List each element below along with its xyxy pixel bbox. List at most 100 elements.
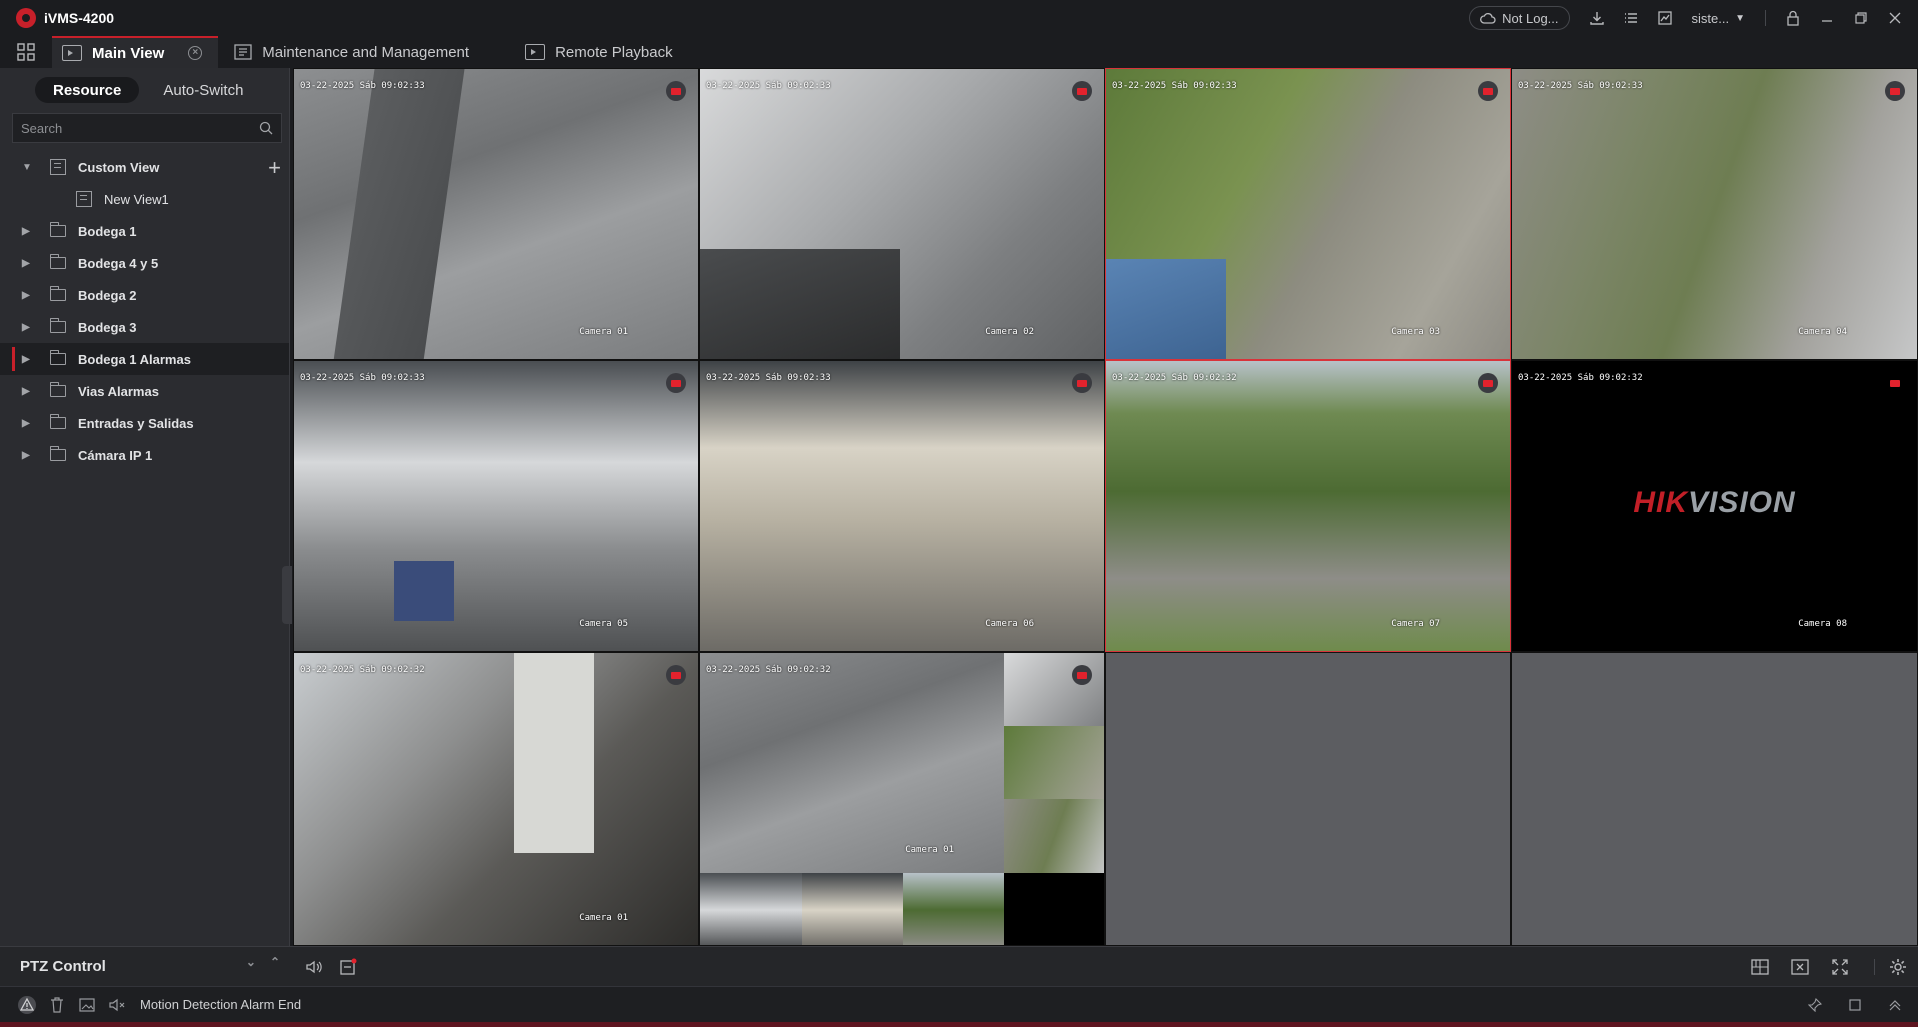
recording-icon[interactable] (666, 373, 686, 393)
video-window-3[interactable]: 03-22-2025 Sáb 09:02:33 Camera 03 (1105, 68, 1511, 360)
folder-icon (50, 286, 66, 301)
module-grid-icon[interactable] (0, 36, 52, 68)
tab-remote-playback[interactable]: Remote Playback (515, 36, 689, 68)
recording-icon[interactable] (1072, 373, 1092, 393)
video-window-8[interactable]: 03-22-2025 Sáb 09:02:32 HIKVISION Camera… (1511, 360, 1918, 652)
fullscreen-icon[interactable] (1830, 957, 1850, 977)
system-monitor-icon[interactable] (1650, 4, 1680, 32)
chevron-up-icon[interactable]: ⌃ (270, 955, 280, 969)
expand-arrow-icon[interactable]: ▶ (22, 290, 36, 301)
camera-scene (700, 249, 900, 359)
video-window-12-empty[interactable] (1511, 652, 1918, 946)
recording-icon[interactable] (1072, 665, 1092, 685)
minimize-icon[interactable] (1812, 4, 1842, 32)
tree-item-custom-view[interactable]: ▼ Custom View + (0, 151, 289, 183)
search-input[interactable]: Search (12, 113, 282, 143)
tab-maintenance[interactable]: Maintenance and Management (224, 36, 485, 68)
expand-arrow-icon[interactable]: ▶ (22, 226, 36, 237)
expand-arrow-icon[interactable]: ▶ (22, 322, 36, 333)
tree-item-entradas-y-salidas[interactable]: ▶ Entradas y Salidas (0, 407, 289, 439)
cloud-login-button[interactable]: Not Log... (1469, 6, 1570, 30)
maximize-panel-icon[interactable] (1844, 994, 1866, 1016)
volume-icon[interactable] (304, 957, 324, 977)
video-window-10[interactable]: 03-22-2025 Sáb 09:02:32 Camera 01 (699, 652, 1105, 946)
task-list-icon[interactable] (1616, 4, 1646, 32)
restore-icon[interactable] (1846, 4, 1876, 32)
title-bar-controls: Not Log... siste... ▼ (1469, 0, 1910, 36)
ptz-control-panel[interactable]: PTZ Control ⌄ ⌃ (0, 946, 290, 986)
video-window-7[interactable]: 03-22-2025 Sáb 09:02:32 Camera 07 (1105, 360, 1511, 652)
expand-arrow-icon[interactable]: ▶ (22, 354, 36, 365)
video-window-6[interactable]: 03-22-2025 Sáb 09:02:33 Camera 06 (699, 360, 1105, 652)
sub-window-7 (1004, 873, 1104, 945)
cloud-login-label: Not Log... (1502, 10, 1559, 26)
mute-icon[interactable] (106, 994, 128, 1016)
expand-arrow-icon[interactable]: ▶ (22, 386, 36, 397)
segment-resource[interactable]: Resource (35, 77, 140, 103)
expand-up-icon[interactable] (1884, 994, 1906, 1016)
osd-timestamp: 03-22-2025 Sáb 09:02:33 (1518, 81, 1643, 91)
tab-main-view[interactable]: Main View × (52, 36, 219, 68)
expand-arrow-icon[interactable]: ▶ (22, 418, 36, 429)
recording-icon[interactable] (1885, 373, 1905, 393)
video-window-4[interactable]: 03-22-2025 Sáb 09:02:33 Camera 04 (1511, 68, 1918, 360)
osd-timestamp: 03-22-2025 Sáb 09:02:32 (1112, 373, 1237, 383)
tree-item-label: Entradas y Salidas (78, 415, 194, 431)
download-icon[interactable] (1582, 4, 1612, 32)
tree-item-vias-alarmas[interactable]: ▶ Vias Alarmas (0, 375, 289, 407)
tab-close-icon[interactable]: × (188, 46, 203, 60)
delete-icon[interactable] (46, 994, 68, 1016)
close-all-windows-icon[interactable] (1790, 957, 1810, 977)
user-menu[interactable]: siste... ▼ (1692, 11, 1745, 26)
pin-icon[interactable] (1804, 994, 1826, 1016)
sidebar-collapse-handle[interactable] (282, 566, 292, 624)
recording-icon[interactable] (1478, 81, 1498, 101)
expand-arrow-icon[interactable]: ▶ (22, 450, 36, 461)
window-layout-icon[interactable] (1750, 957, 1770, 977)
osd-timestamp: 03-22-2025 Sáb 09:02:32 (1518, 373, 1643, 383)
add-view-icon[interactable]: + (268, 155, 281, 181)
tab-main-view-label: Main View (92, 44, 165, 62)
alarm-warning-icon[interactable] (16, 994, 38, 1016)
recording-icon[interactable] (666, 665, 686, 685)
tree-item-label: Vias Alarmas (78, 383, 159, 399)
settings-gear-icon[interactable] (1888, 957, 1908, 977)
video-window-11-empty[interactable] (1105, 652, 1511, 946)
tree-item-bodega-4-y-5[interactable]: ▶ Bodega 4 y 5 (0, 247, 289, 279)
chevron-down-icon[interactable]: ⌄ (246, 955, 256, 969)
tree-item-bodega-1-alarmas[interactable]: ▶ Bodega 1 Alarmas (0, 343, 289, 375)
tree-item-camara-ip-1[interactable]: ▶ Cámara IP 1 (0, 439, 289, 471)
folder-icon (50, 318, 66, 333)
lock-icon[interactable] (1778, 4, 1808, 32)
recording-icon[interactable] (1478, 373, 1498, 393)
alarm-status-bar: Motion Detection Alarm End (0, 986, 1918, 1022)
hik-logo-red: HIK (1633, 486, 1688, 519)
sidebar-segment-control: Resource Auto-Switch (0, 68, 289, 103)
tab-maintenance-label: Maintenance and Management (262, 43, 470, 61)
video-window-5[interactable]: 03-22-2025 Sáb 09:02:33 Camera 05 (293, 360, 699, 652)
tree-item-new-view1[interactable]: New View1 (0, 183, 289, 215)
video-window-2[interactable]: 03-22-2025 Sáb 09:02:33 Camera 02 (699, 68, 1105, 360)
search-icon[interactable] (259, 121, 273, 135)
tree-item-label: Bodega 4 y 5 (78, 255, 159, 271)
osd-camera-name: Camera 01 (579, 913, 628, 923)
video-window-1[interactable]: 03-22-2025 Sáb 09:02:33 Camera 01 (293, 68, 699, 360)
video-window-9[interactable]: 03-22-2025 Sáb 09:02:32 Camera 01 (293, 652, 699, 946)
tree-item-bodega-3[interactable]: ▶ Bodega 3 (0, 311, 289, 343)
image-icon[interactable] (76, 994, 98, 1016)
close-icon[interactable] (1880, 4, 1910, 32)
tree-item-bodega-1[interactable]: ▶ Bodega 1 (0, 215, 289, 247)
expand-arrow-icon[interactable]: ▶ (22, 258, 36, 269)
recording-icon[interactable] (1885, 81, 1905, 101)
tree-item-bodega-2[interactable]: ▶ Bodega 2 (0, 279, 289, 311)
camera-scene (514, 653, 594, 853)
playback-icon (525, 44, 546, 60)
recording-icon[interactable] (1072, 81, 1092, 101)
live-view-grid: 03-22-2025 Sáb 09:02:33 Camera 01 03-22-… (293, 68, 1918, 946)
expand-arrow-icon[interactable]: ▼ (22, 162, 36, 173)
folder-icon (50, 414, 66, 429)
osd-camera-name: Camera 01 (579, 327, 628, 337)
recording-toggle-icon[interactable] (338, 957, 358, 977)
recording-icon[interactable] (666, 81, 686, 101)
segment-auto-switch[interactable]: Auto-Switch (145, 77, 261, 103)
